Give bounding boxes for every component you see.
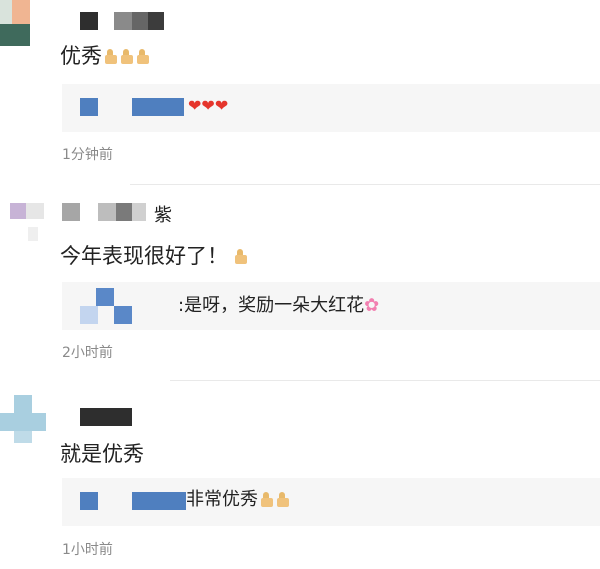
reply-box[interactable]: ❤❤❤ bbox=[62, 84, 600, 132]
timestamp: 1分钟前 bbox=[62, 147, 113, 163]
heart-icon: ❤ bbox=[214, 96, 229, 115]
comment-body: 今年表现很好了！ bbox=[60, 244, 228, 268]
comment-text: 就是优秀 bbox=[60, 440, 144, 468]
reply-avatar-redacted bbox=[80, 306, 98, 324]
reply-box[interactable]: :是呀，奖励一朵大红花✿ bbox=[62, 282, 600, 330]
reply-text: ❤❤❤ bbox=[188, 94, 228, 118]
username-visible-suffix: 紫 bbox=[154, 205, 172, 226]
reply-avatar-redacted bbox=[96, 288, 114, 306]
reply-name-redacted bbox=[132, 492, 186, 510]
thumbs-up-icon bbox=[120, 49, 134, 65]
comment-body: 就是优秀 bbox=[60, 442, 144, 466]
thumbs-up-icon bbox=[104, 49, 118, 65]
reply-text: :是呀，奖励一朵大红花✿ bbox=[178, 294, 379, 318]
timestamp: 2小时前 bbox=[62, 345, 113, 361]
heart-icon: ❤ bbox=[188, 96, 202, 115]
comment-body: 优秀 bbox=[60, 44, 102, 68]
reply-text: 非常优秀 bbox=[186, 488, 290, 512]
reply-box[interactable]: 非常优秀 bbox=[62, 478, 600, 526]
reply-avatar-redacted bbox=[80, 492, 98, 510]
thumbs-up-icon bbox=[260, 492, 274, 508]
comment-item: 就是优秀 非常优秀 1小时前 bbox=[0, 381, 600, 569]
reply-avatar-redacted bbox=[80, 98, 98, 116]
avatar[interactable] bbox=[0, 0, 48, 48]
comment-item: 紫 今年表现很好了！ :是呀，奖励一朵大红花✿ 2小时前 bbox=[0, 185, 600, 381]
comment-text: 优秀 bbox=[60, 42, 150, 70]
timestamp: 1小时前 bbox=[62, 542, 113, 558]
reply-body: :是呀，奖励一朵大红花 bbox=[178, 295, 365, 316]
thumbs-up-icon bbox=[234, 249, 248, 265]
avatar[interactable] bbox=[0, 203, 48, 251]
thumbs-up-icon bbox=[136, 49, 150, 65]
reply-name-redacted bbox=[132, 98, 184, 116]
reply-body: 非常优秀 bbox=[186, 489, 258, 510]
comment-item: 优秀 ❤❤❤ 1分钟前 bbox=[0, 0, 600, 185]
comment-text: 今年表现很好了！ bbox=[60, 242, 248, 270]
avatar[interactable] bbox=[0, 395, 48, 443]
reply-avatar-redacted bbox=[114, 306, 132, 324]
thumbs-up-icon bbox=[276, 492, 290, 508]
flower-icon: ✿ bbox=[364, 295, 380, 316]
heart-icon: ❤ bbox=[201, 96, 215, 115]
